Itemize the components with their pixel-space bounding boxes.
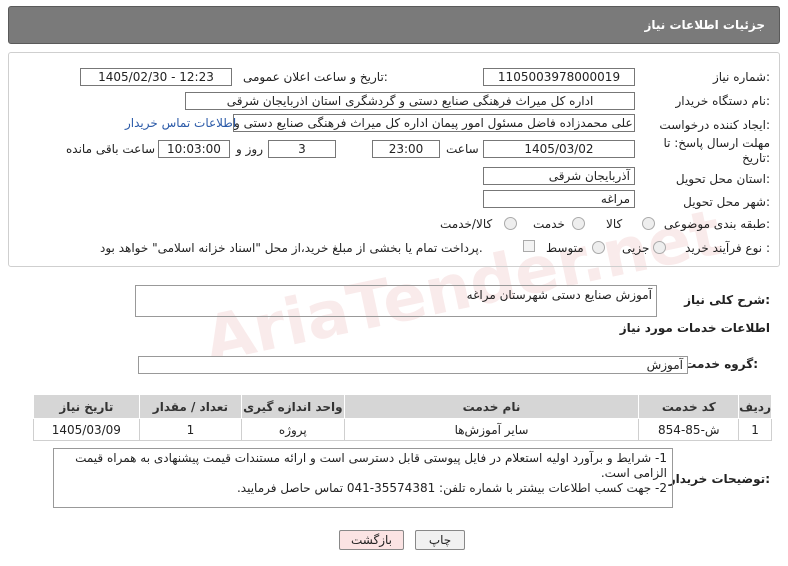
cell-date: 1405/03/09 <box>33 418 140 441</box>
category-label: طبقه بندی موضوعی: <box>663 217 770 231</box>
notes-label: توضیحات خریدار: <box>668 472 770 486</box>
col-date-header: تاریخ نیاز <box>33 394 140 419</box>
cell-name: سایر آموزش‌ها <box>343 418 640 441</box>
col-qty-header: تعداد / مقدار <box>138 394 243 419</box>
treasury-checkbox[interactable] <box>523 240 535 252</box>
requester-label: ایجاد کننده درخواست: <box>659 118 770 132</box>
cell-code: ش-85-854 <box>638 418 740 441</box>
category-both-radio[interactable] <box>504 217 517 230</box>
col-row-header: ردیف <box>738 394 772 419</box>
city-label: شهر محل تحویل: <box>683 195 770 209</box>
category-goods-radio[interactable] <box>642 217 655 230</box>
service-group-label: گروه خدمت: <box>684 357 758 371</box>
deadline-date-field[interactable]: 1405/03/02 <box>483 140 635 158</box>
table-header-row: ردیف کد خدمت نام خدمت واحد اندازه گیری ت… <box>33 394 772 419</box>
province-field[interactable]: آذربایجان شرقی <box>483 167 635 185</box>
days-field[interactable]: 3 <box>268 140 336 158</box>
notes-line-2: 2- جهت کسب اطلاعات بیشتر با شماره تلفن: … <box>236 481 667 495</box>
notes-textarea[interactable]: 1- شرایط و برآورد اولیه استعلام در فایل … <box>53 448 673 508</box>
announce-label: تاریخ و ساعت اعلان عمومی: <box>243 70 388 84</box>
process-label: نوع فرآیند خرید : <box>685 241 770 255</box>
table-row: 1 ش-85-854 سایر آموزش‌ها پروژه 1 1405/03… <box>33 418 772 441</box>
services-section-title: اطلاعات خدمات مورد نیاز <box>619 321 770 335</box>
buyer-field[interactable]: اداره کل میراث فرهنگی صنایع دستی و گردشگ… <box>185 92 635 110</box>
category-both-label: کالا/خدمت <box>440 217 493 231</box>
time-label: ساعت <box>446 142 479 156</box>
print-button[interactable]: چاپ <box>415 530 465 550</box>
remaining-time-field[interactable]: 10:03:00 <box>158 140 230 158</box>
service-group-field[interactable]: آموزش <box>138 356 688 374</box>
services-table: ردیف کد خدمت نام خدمت واحد اندازه گیری ت… <box>33 394 772 441</box>
summary-label: شرح کلی نیاز: <box>684 293 770 307</box>
summary-textarea[interactable]: آموزش صنایع دستی شهرستان مراغه <box>135 285 657 317</box>
city-field[interactable]: مراغه <box>483 190 635 208</box>
process-minor-radio[interactable] <box>653 241 666 254</box>
deadline-label: مهلت ارسال پاسخ: تا تاریخ: <box>663 136 770 165</box>
deadline-time-field[interactable]: 23:00 <box>372 140 440 158</box>
cell-unit: پروژه <box>241 418 345 441</box>
category-goods-label: کالا <box>606 217 623 231</box>
requester-field[interactable]: علی محمدزاده فاضل مسئول امور پیمان اداره… <box>233 114 635 132</box>
process-minor-label: جزیی <box>622 241 650 255</box>
process-medium-label: متوسط <box>546 241 584 255</box>
buyer-label: نام دستگاه خریدار: <box>675 94 771 108</box>
col-code-header: کد خدمت <box>638 394 740 419</box>
page-title: جزئیات اطلاعات نیاز <box>644 18 765 32</box>
need-number-field[interactable]: 1105003978000019 <box>483 68 635 86</box>
category-service-label: خدمت <box>533 217 565 231</box>
notes-line-1: 1- شرایط و برآورد اولیه استعلام در فایل … <box>75 451 667 480</box>
cell-row: 1 <box>738 418 772 441</box>
col-unit-header: واحد اندازه گیری <box>241 394 345 419</box>
days-label: روز و <box>236 142 263 156</box>
col-name-header: نام خدمت <box>343 394 640 419</box>
treasury-note: پرداخت تمام یا بخشی از مبلغ خرید،از محل … <box>100 241 483 255</box>
category-service-radio[interactable] <box>572 217 585 230</box>
process-medium-radio[interactable] <box>592 241 605 254</box>
cell-qty: 1 <box>138 418 243 441</box>
contact-info-link[interactable]: اطلاعات تماس خریدار <box>125 116 236 130</box>
announce-field[interactable]: 1405/02/30 - 12:23 <box>80 68 232 86</box>
remaining-label: ساعت باقی مانده <box>66 142 156 156</box>
back-button[interactable]: بازگشت <box>339 530 404 550</box>
province-label: استان محل تحویل: <box>675 172 770 186</box>
panel-header: جزئیات اطلاعات نیاز <box>8 6 780 44</box>
need-number-label: شماره نیاز: <box>712 70 770 84</box>
